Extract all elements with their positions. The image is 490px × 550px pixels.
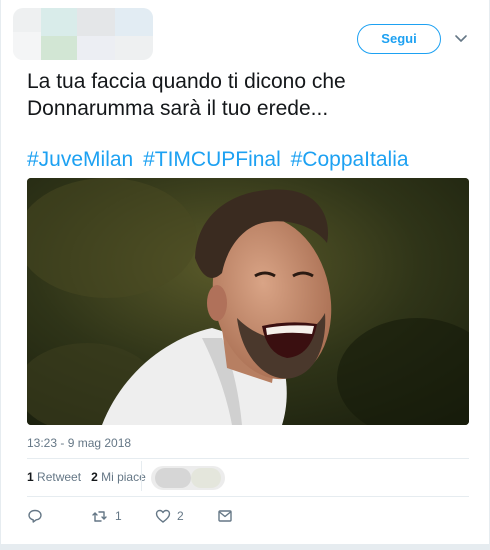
direct-message-button[interactable] — [217, 508, 233, 524]
hashtag-link[interactable]: #JuveMilan — [27, 148, 133, 171]
tweet-text: La tua faccia quando ti dicono che Donna… — [27, 70, 346, 120]
engagement-stats: 1 Retweet 2 Mi piace — [27, 470, 146, 484]
tweet-card: Segui La tua faccia quando ti dicono che… — [0, 0, 490, 550]
reply-icon — [27, 508, 43, 524]
liker-avatars-redacted[interactable] — [151, 466, 225, 490]
hashtag-link[interactable]: #CoppaItalia — [291, 148, 409, 171]
like-stat-count: 2 — [91, 470, 98, 484]
tweet-photo[interactable] — [27, 178, 469, 425]
like-button[interactable]: 2 — [155, 508, 184, 524]
divider — [27, 458, 469, 459]
reply-button[interactable] — [27, 508, 43, 524]
chevron-down-icon[interactable] — [453, 30, 469, 46]
like-action-count: 2 — [177, 509, 184, 523]
retweet-stat-label: Retweet — [37, 470, 82, 484]
hashtag-list: #JuveMilan #TIMCUPFinal #CoppaItalia — [27, 146, 487, 173]
heart-icon — [155, 508, 171, 524]
envelope-icon — [217, 508, 233, 524]
retweet-stat-count: 1 — [27, 470, 34, 484]
like-stat[interactable]: 2 Mi piace — [91, 470, 146, 484]
divider — [27, 496, 469, 497]
follow-button[interactable]: Segui — [357, 24, 441, 54]
retweet-stat[interactable]: 1 Retweet — [27, 470, 81, 484]
bottom-separator — [1, 544, 490, 550]
tweet-actions: 1 2 — [27, 508, 327, 526]
tweet-timestamp[interactable]: 13:23 - 9 mag 2018 — [27, 436, 131, 450]
stat-separator — [141, 461, 142, 491]
hashtag-link[interactable]: #TIMCUPFinal — [143, 148, 281, 171]
retweet-icon — [91, 508, 109, 524]
retweet-action-count: 1 — [115, 509, 122, 523]
like-stat-label: Mi piace — [101, 470, 146, 484]
author-redacted-block — [13, 8, 153, 60]
retweet-button[interactable]: 1 — [91, 508, 122, 524]
